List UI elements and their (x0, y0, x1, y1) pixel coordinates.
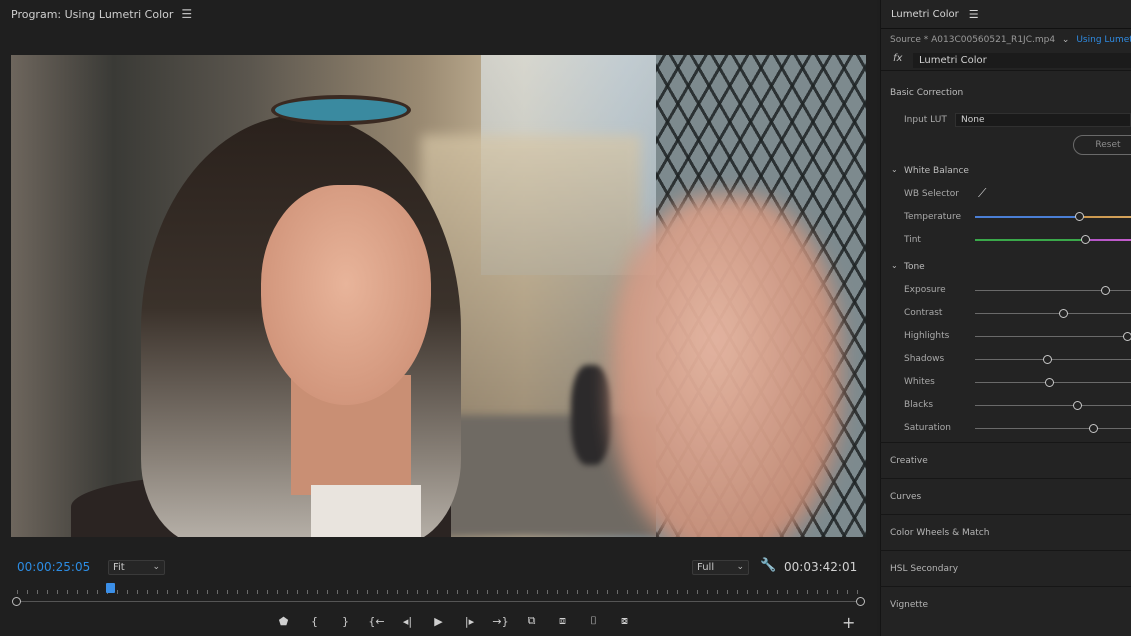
chevron-down-icon: ⌄ (152, 562, 160, 572)
step-back-icon[interactable]: ◂| (392, 615, 423, 628)
play-icon[interactable]: ▶ (423, 615, 454, 628)
section-title: Vignette (890, 600, 929, 610)
source-clip-label[interactable]: Source * A013C00560521_R1JC.mp4 (890, 35, 1055, 45)
video-sunglasses-region (271, 95, 411, 125)
chevron-down-icon[interactable]: ⌄ (891, 261, 898, 270)
video-hand-region (611, 195, 841, 537)
section-curves[interactable]: Curves (880, 478, 1131, 514)
section-creative[interactable]: Creative (880, 442, 1131, 478)
tint-slider[interactable] (975, 235, 1131, 244)
reset-button[interactable]: Reset (1073, 135, 1131, 155)
eyedropper-icon[interactable]: ⟋ (978, 186, 986, 201)
zoom-scroll-bar[interactable] (17, 601, 861, 602)
saturation-slider[interactable] (975, 424, 1131, 433)
input-lut-label: Input LUT (904, 115, 947, 125)
playhead[interactable] (105, 583, 115, 593)
section-hsl-secondary[interactable]: HSL Secondary (880, 550, 1131, 586)
section-title: Color Wheels & Match (890, 528, 990, 538)
highlights-slider[interactable] (975, 332, 1131, 341)
saturation-slider-handle[interactable] (1088, 424, 1098, 433)
current-timecode[interactable]: 00:00:25:05 (17, 560, 90, 574)
zoom-level-value: Fit (113, 562, 125, 573)
contrast-slider[interactable] (975, 309, 1131, 318)
tint-label: Tint (904, 235, 921, 245)
video-face-region (261, 185, 431, 405)
white-balance-header[interactable]: White Balance (904, 166, 969, 176)
mark-in-icon[interactable]: { (299, 615, 330, 628)
go-to-in-icon[interactable]: {← (361, 615, 392, 628)
playback-resolution-value: Full (697, 562, 715, 573)
video-preview[interactable] (11, 55, 866, 537)
shadows-slider[interactable] (975, 355, 1131, 364)
video-shirt-region (311, 485, 421, 537)
transport-controls: ⬟{} {← ◂| ▶ |▸ →} ⧉ ⧈ ⌷ ⧇ (268, 614, 640, 628)
contrast-label: Contrast (904, 308, 943, 318)
panel-menu-icon[interactable]: ☰ (969, 8, 979, 21)
export-frame-icon[interactable]: ⌷ (578, 614, 609, 628)
temperature-slider-handle[interactable] (1074, 212, 1084, 221)
contrast-slider-handle[interactable] (1058, 309, 1068, 318)
mark-out-icon[interactable]: } (330, 615, 361, 628)
duration-timecode: 00:03:42:01 (784, 560, 858, 574)
shadows-label: Shadows (904, 354, 945, 364)
tint-slider-handle[interactable] (1080, 235, 1090, 244)
temperature-slider[interactable] (975, 212, 1131, 221)
playback-resolution-select[interactable]: Full ⌄ (692, 560, 749, 575)
source-clip-row: Source * A013C00560521_R1JC.mp4 ⌄ Using … (890, 35, 1131, 45)
time-ruler[interactable] (17, 586, 861, 594)
scroll-bar-left-handle[interactable] (12, 597, 21, 606)
section-title: Curves (890, 492, 922, 502)
section-color-wheels-match[interactable]: Color Wheels & Match (880, 514, 1131, 550)
highlights-label: Highlights (904, 331, 950, 341)
program-monitor-panel: Program: Using Lumetri Color ☰ 00:00:25:… (0, 0, 877, 636)
step-forward-icon[interactable]: |▸ (454, 615, 485, 628)
program-panel-title: Program: Using Lumetri Color (11, 7, 174, 21)
panel-menu-icon[interactable]: ☰ (181, 7, 192, 21)
temperature-label: Temperature (904, 212, 962, 222)
exposure-label: Exposure (904, 285, 946, 295)
whites-slider[interactable] (975, 378, 1131, 387)
fx-badge-icon[interactable]: fx (893, 53, 902, 64)
lift-icon[interactable]: ⧉ (516, 614, 547, 628)
premiere-workspace: Program: Using Lumetri Color ☰ 00:00:25:… (0, 0, 1131, 636)
comparison-view-icon[interactable]: ⧇ (609, 614, 640, 628)
divider (881, 28, 1131, 29)
sequence-clip-link[interactable]: Using Lumetri (1076, 35, 1131, 45)
add-marker-icon[interactable]: ⬟ (268, 615, 299, 628)
blacks-label: Blacks (904, 400, 934, 410)
lumetri-panel-header[interactable]: Lumetri Color ☰ (891, 0, 979, 28)
whites-label: Whites (904, 377, 935, 387)
tone-header[interactable]: Tone (904, 262, 925, 272)
whites-slider-handle[interactable] (1044, 378, 1054, 387)
chevron-down-icon: ⌄ (736, 562, 744, 572)
zoom-level-select[interactable]: Fit ⌄ (108, 560, 165, 575)
effect-name-dropdown[interactable]: Lumetri Color (913, 53, 1131, 68)
saturation-label: Saturation (904, 423, 951, 433)
effect-row: fx Lumetri Color (881, 51, 1131, 71)
exposure-slider-handle[interactable] (1101, 286, 1111, 295)
button-editor-add-icon[interactable]: + (842, 613, 855, 632)
section-vignette[interactable]: Vignette (880, 586, 1131, 622)
extract-icon[interactable]: ⧈ (547, 614, 578, 628)
section-title: Creative (890, 456, 928, 466)
settings-wrench-icon[interactable]: 🔧 (760, 558, 776, 573)
blacks-slider[interactable] (975, 401, 1131, 410)
exposure-slider[interactable] (975, 286, 1131, 295)
chevron-down-icon[interactable]: ⌄ (891, 165, 898, 174)
highlights-slider-handle[interactable] (1122, 332, 1131, 341)
program-panel-header[interactable]: Program: Using Lumetri Color ☰ (0, 0, 192, 28)
wb-selector-label: WB Selector (904, 189, 959, 199)
input-lut-select[interactable]: None (955, 113, 1131, 127)
video-background-person (571, 365, 611, 465)
blacks-slider-handle[interactable] (1072, 401, 1082, 410)
basic-correction-header[interactable]: Basic Correction (890, 88, 963, 98)
scroll-bar-right-handle[interactable] (856, 597, 865, 606)
chevron-down-icon[interactable]: ⌄ (1062, 35, 1070, 45)
section-title: HSL Secondary (890, 564, 959, 574)
lumetri-panel-title: Lumetri Color (891, 8, 959, 20)
go-to-out-icon[interactable]: →} (485, 615, 516, 628)
